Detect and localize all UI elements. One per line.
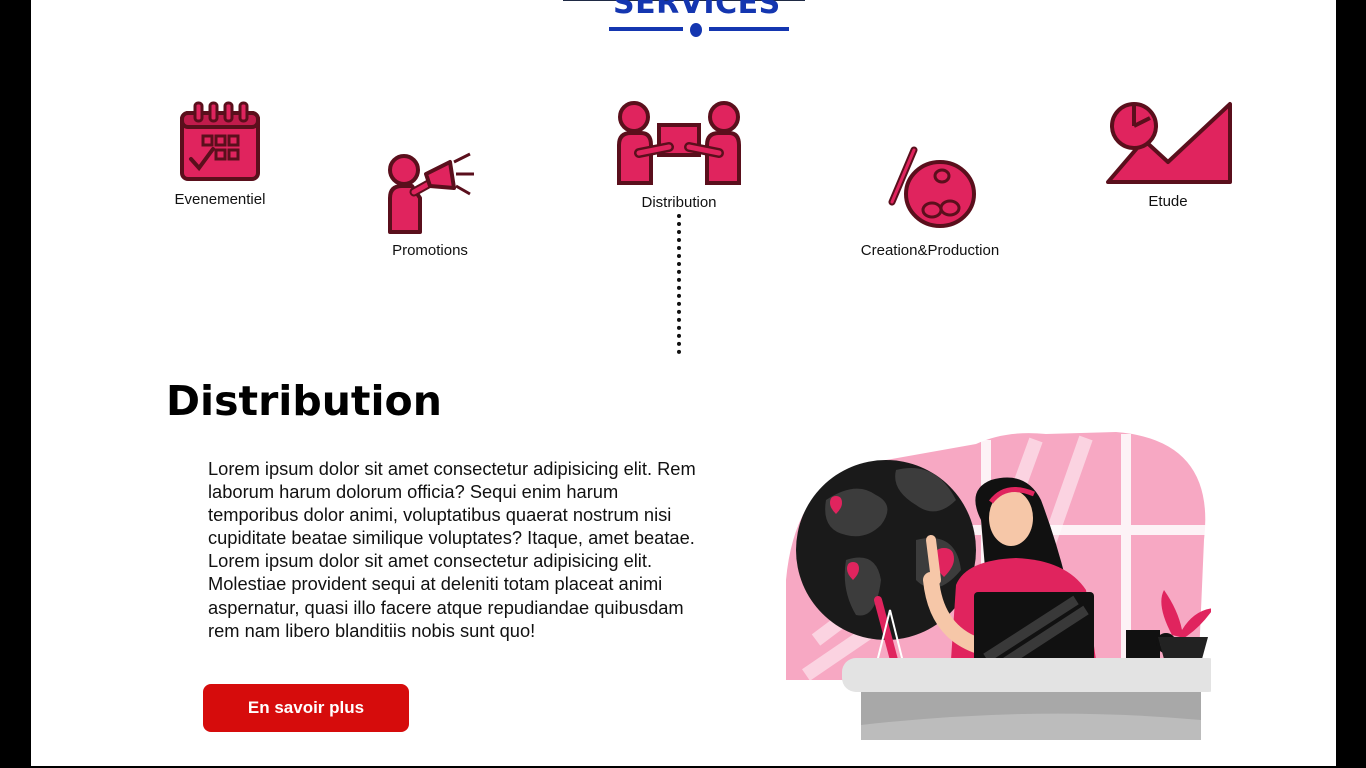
detail-description: Lorem ipsum dolor sit amet consectetur a… <box>208 458 696 641</box>
calendar-icon <box>161 101 279 183</box>
service-distribution[interactable]: Distribution <box>609 101 749 211</box>
illustration <box>786 430 1222 742</box>
handover-icon <box>609 101 749 185</box>
section-title: SERVICES <box>613 0 781 21</box>
detail-title: Distribution <box>166 377 442 425</box>
dotted-connector <box>677 214 681 354</box>
service-evenementiel[interactable]: Evenementiel <box>161 101 279 208</box>
palette-icon <box>847 146 1013 230</box>
megaphone-icon <box>371 152 489 234</box>
service-promotions[interactable]: Promotions <box>371 152 489 259</box>
title-underline <box>609 23 789 37</box>
service-label: Distribution <box>641 194 717 211</box>
service-etude[interactable]: Etude <box>1095 100 1241 210</box>
service-label: Etude <box>1148 193 1188 210</box>
page: SERVICES Evenementiel Promotions Distrib… <box>31 0 1336 766</box>
learn-more-button[interactable]: En savoir plus <box>203 684 409 732</box>
chart-study-icon <box>1095 100 1241 186</box>
service-label: Promotions <box>392 242 468 259</box>
service-label: Creation&Production <box>860 242 1000 259</box>
service-label: Evenementiel <box>174 191 266 208</box>
service-creation-production[interactable]: Creation&Production <box>847 146 1013 259</box>
